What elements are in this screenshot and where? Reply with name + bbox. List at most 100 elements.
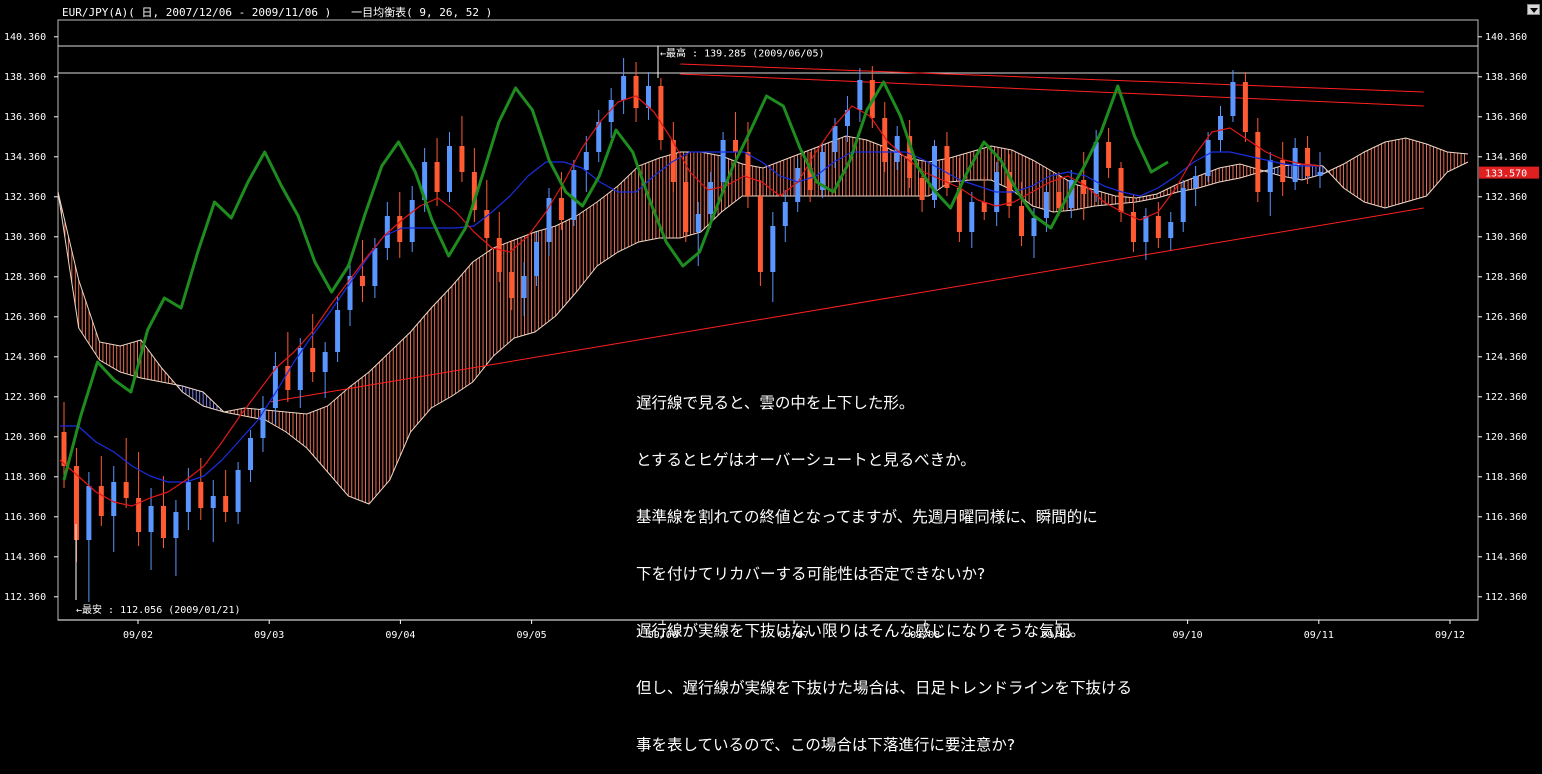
y-tick-label-right: 126.360 xyxy=(1485,312,1527,323)
candle-body xyxy=(795,168,801,202)
candle-body xyxy=(981,202,987,212)
candle-body xyxy=(1255,132,1261,192)
candle-body xyxy=(1242,82,1248,132)
candle-body xyxy=(148,506,154,532)
y-tick-label-left: 122.360 xyxy=(4,392,46,403)
candle-body xyxy=(61,432,67,466)
candle-body xyxy=(409,200,415,242)
y-tick-label-left: 112.360 xyxy=(4,592,46,603)
candle-body xyxy=(297,348,303,390)
high-label: ←最高 : 139.285 (2009/06/05) xyxy=(660,46,825,59)
y-tick-label-right: 116.360 xyxy=(1485,512,1527,523)
candle-body xyxy=(198,482,204,508)
x-tick-label: 09/11 xyxy=(1304,630,1334,641)
candle-body xyxy=(1218,116,1224,140)
candle-body xyxy=(1031,218,1037,236)
candle-body xyxy=(1143,216,1149,242)
candle-body xyxy=(1230,82,1236,116)
scroll-down-button[interactable] xyxy=(1527,4,1540,15)
candle-body xyxy=(310,348,316,372)
candle-body xyxy=(658,86,664,140)
y-tick-label-left: 130.360 xyxy=(4,232,46,243)
candle-body xyxy=(1180,188,1186,222)
comment-line: 下を付けてリカバーする可能性は否定できないか? xyxy=(636,565,986,583)
candle-body xyxy=(1193,176,1199,188)
candle-body xyxy=(372,248,378,286)
candle-body xyxy=(447,146,453,192)
candle-body xyxy=(558,198,564,220)
y-tick-label-left: 128.360 xyxy=(4,272,46,283)
comment-line: 但し、遅行線が実線を下抜けた場合は、日足トレンドラインを下抜ける xyxy=(636,679,1133,697)
y-tick-label-left: 124.360 xyxy=(4,352,46,363)
candle-body xyxy=(160,506,166,538)
candle-body xyxy=(583,152,589,170)
candle-body xyxy=(235,470,241,512)
candle-body xyxy=(1205,140,1211,176)
candle-body xyxy=(1043,192,1049,218)
y-tick-label-right: 124.360 xyxy=(1485,352,1527,363)
trendline xyxy=(680,63,1424,93)
candle-body xyxy=(223,496,229,512)
y-tick-label-right: 134.360 xyxy=(1485,152,1527,163)
analysis-comment: 遅行線で見ると、雲の中を上下した形。 とするとヒゲはオーバーシュートと見るべきか… xyxy=(636,356,1132,774)
y-tick-label-left: 140.360 xyxy=(4,32,46,43)
y-tick-label-right: 114.360 xyxy=(1485,552,1527,563)
candle-body xyxy=(185,482,191,512)
low-label: ←最安 : 112.056 (2009/01/21) xyxy=(76,603,241,616)
candle-body xyxy=(1056,192,1062,208)
candle-body xyxy=(919,178,925,200)
trendline xyxy=(680,73,1424,107)
candle-body xyxy=(173,512,179,538)
current-price-label: 133.570 xyxy=(1485,169,1527,180)
candle-body xyxy=(1118,168,1124,212)
x-tick-label: 09/02 xyxy=(123,630,153,641)
y-tick-label-left: 132.360 xyxy=(4,192,46,203)
x-tick-label: 09/03 xyxy=(254,630,284,641)
y-tick-label-left: 120.360 xyxy=(4,432,46,443)
candle-body xyxy=(86,486,92,540)
chart-header-title: EUR/JPY(A)( 日, 2007/12/06 - 2009/11/06 )… xyxy=(62,6,493,19)
y-tick-label-left: 116.360 xyxy=(4,512,46,523)
candle-body xyxy=(757,196,763,272)
y-tick-label-left: 136.360 xyxy=(4,112,46,123)
y-tick-label-left: 118.360 xyxy=(4,472,46,483)
y-tick-label-left: 134.360 xyxy=(4,152,46,163)
candle-body xyxy=(645,86,651,108)
candle-body xyxy=(434,162,440,192)
candle-body xyxy=(1106,142,1112,168)
candle-body xyxy=(621,76,627,100)
candle-body xyxy=(770,226,776,272)
candle-body xyxy=(98,486,104,516)
y-tick-label-right: 138.360 xyxy=(1485,72,1527,83)
y-tick-label-right: 120.360 xyxy=(1485,432,1527,443)
x-tick-label: 09/05 xyxy=(517,630,547,641)
y-tick-label-left: 138.360 xyxy=(4,72,46,83)
candle-body xyxy=(832,126,838,152)
y-tick-label-right: 136.360 xyxy=(1485,112,1527,123)
candle-body xyxy=(521,276,527,298)
y-tick-label-right: 118.360 xyxy=(1485,472,1527,483)
candle-body xyxy=(1155,216,1161,238)
candle-body xyxy=(248,438,254,470)
candle-body xyxy=(210,496,216,508)
candle-body xyxy=(695,214,701,232)
candle-body xyxy=(1305,148,1311,176)
comment-line: 事を表しているので、この場合は下落進行に要注意か? xyxy=(636,736,1016,754)
comment-line: とするとヒゲはオーバーシュートと見るべきか。 xyxy=(636,451,976,469)
candle-body xyxy=(509,272,515,298)
y-tick-label-left: 126.360 xyxy=(4,312,46,323)
candle-body xyxy=(782,202,788,226)
candle-body xyxy=(1317,172,1323,176)
candle-body xyxy=(720,140,726,182)
y-tick-label-left: 114.360 xyxy=(4,552,46,563)
candle-body xyxy=(745,152,751,196)
y-tick-label-right: 140.360 xyxy=(1485,32,1527,43)
candle-body xyxy=(496,238,502,272)
candle-body xyxy=(1019,206,1025,236)
candle-body xyxy=(1168,222,1174,238)
y-tick-label-right: 112.360 xyxy=(1485,592,1527,603)
candle-body xyxy=(123,482,129,498)
comment-line: 遅行線が実線を下抜けない限りはそんな感じになりそうな気配。 xyxy=(636,622,1086,640)
y-tick-label-right: 130.360 xyxy=(1485,232,1527,243)
candle-body xyxy=(708,182,714,214)
